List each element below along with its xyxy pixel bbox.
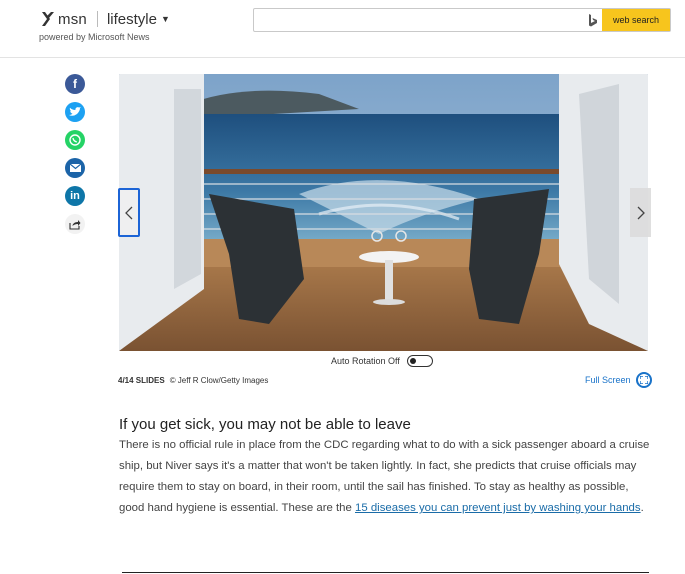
fullscreen-button[interactable]: Full Screen bbox=[585, 372, 652, 388]
chevron-right-icon bbox=[637, 206, 645, 219]
logo-text: msn bbox=[58, 10, 87, 28]
article-headline: If you get sick, you may not be able to … bbox=[119, 416, 411, 433]
twitter-icon[interactable] bbox=[65, 102, 85, 122]
section-label: lifestyle bbox=[106, 10, 157, 28]
chevron-left-icon bbox=[125, 206, 133, 219]
web-search-button[interactable]: web search bbox=[602, 9, 670, 31]
cruise-balcony-photo bbox=[119, 74, 648, 351]
search-box: web search bbox=[253, 8, 671, 32]
share-icon[interactable] bbox=[65, 214, 85, 234]
powered-by-text: powered by Microsoft News bbox=[39, 32, 150, 42]
auto-rotation-label: Auto Rotation Off bbox=[331, 356, 400, 366]
fullscreen-icon bbox=[635, 372, 652, 388]
auto-rotation-control: Auto Rotation Off bbox=[331, 355, 433, 367]
auto-rotation-toggle[interactable] bbox=[406, 355, 433, 367]
slide-image bbox=[119, 74, 648, 351]
toggle-knob bbox=[409, 358, 416, 364]
next-slide-button[interactable] bbox=[630, 188, 651, 237]
previous-slide-button[interactable] bbox=[118, 188, 140, 237]
msn-logo[interactable]: msn lifestyle ▼ bbox=[39, 10, 170, 28]
fullscreen-label: Full Screen bbox=[585, 375, 631, 385]
site-header: msn lifestyle ▼ powered by Microsoft New… bbox=[0, 0, 685, 58]
whatsapp-icon[interactable] bbox=[65, 130, 85, 150]
article-paragraph: There is no official rule in place from … bbox=[119, 435, 651, 519]
slide-info: 4/14 SLIDES © Jeff R Clow/Getty Images bbox=[118, 376, 268, 385]
bing-icon bbox=[584, 9, 602, 31]
social-share-bar: f in bbox=[65, 74, 87, 242]
email-icon[interactable] bbox=[65, 158, 85, 178]
facebook-icon[interactable]: f bbox=[65, 74, 85, 94]
diseases-article-link[interactable]: 15 diseases you can prevent just by wash… bbox=[355, 502, 641, 514]
msn-butterfly-icon bbox=[42, 12, 54, 26]
chevron-down-icon: ▼ bbox=[160, 14, 170, 24]
logo-divider bbox=[96, 11, 98, 27]
search-input[interactable] bbox=[254, 9, 584, 31]
slide-counter: 4/14 SLIDES bbox=[118, 376, 165, 385]
photo-credit: © Jeff R Clow/Getty Images bbox=[169, 376, 269, 385]
linkedin-icon[interactable]: in bbox=[65, 186, 85, 206]
divider bbox=[122, 572, 649, 573]
paragraph-end: . bbox=[640, 502, 644, 514]
section-dropdown[interactable]: lifestyle ▼ bbox=[107, 11, 170, 28]
